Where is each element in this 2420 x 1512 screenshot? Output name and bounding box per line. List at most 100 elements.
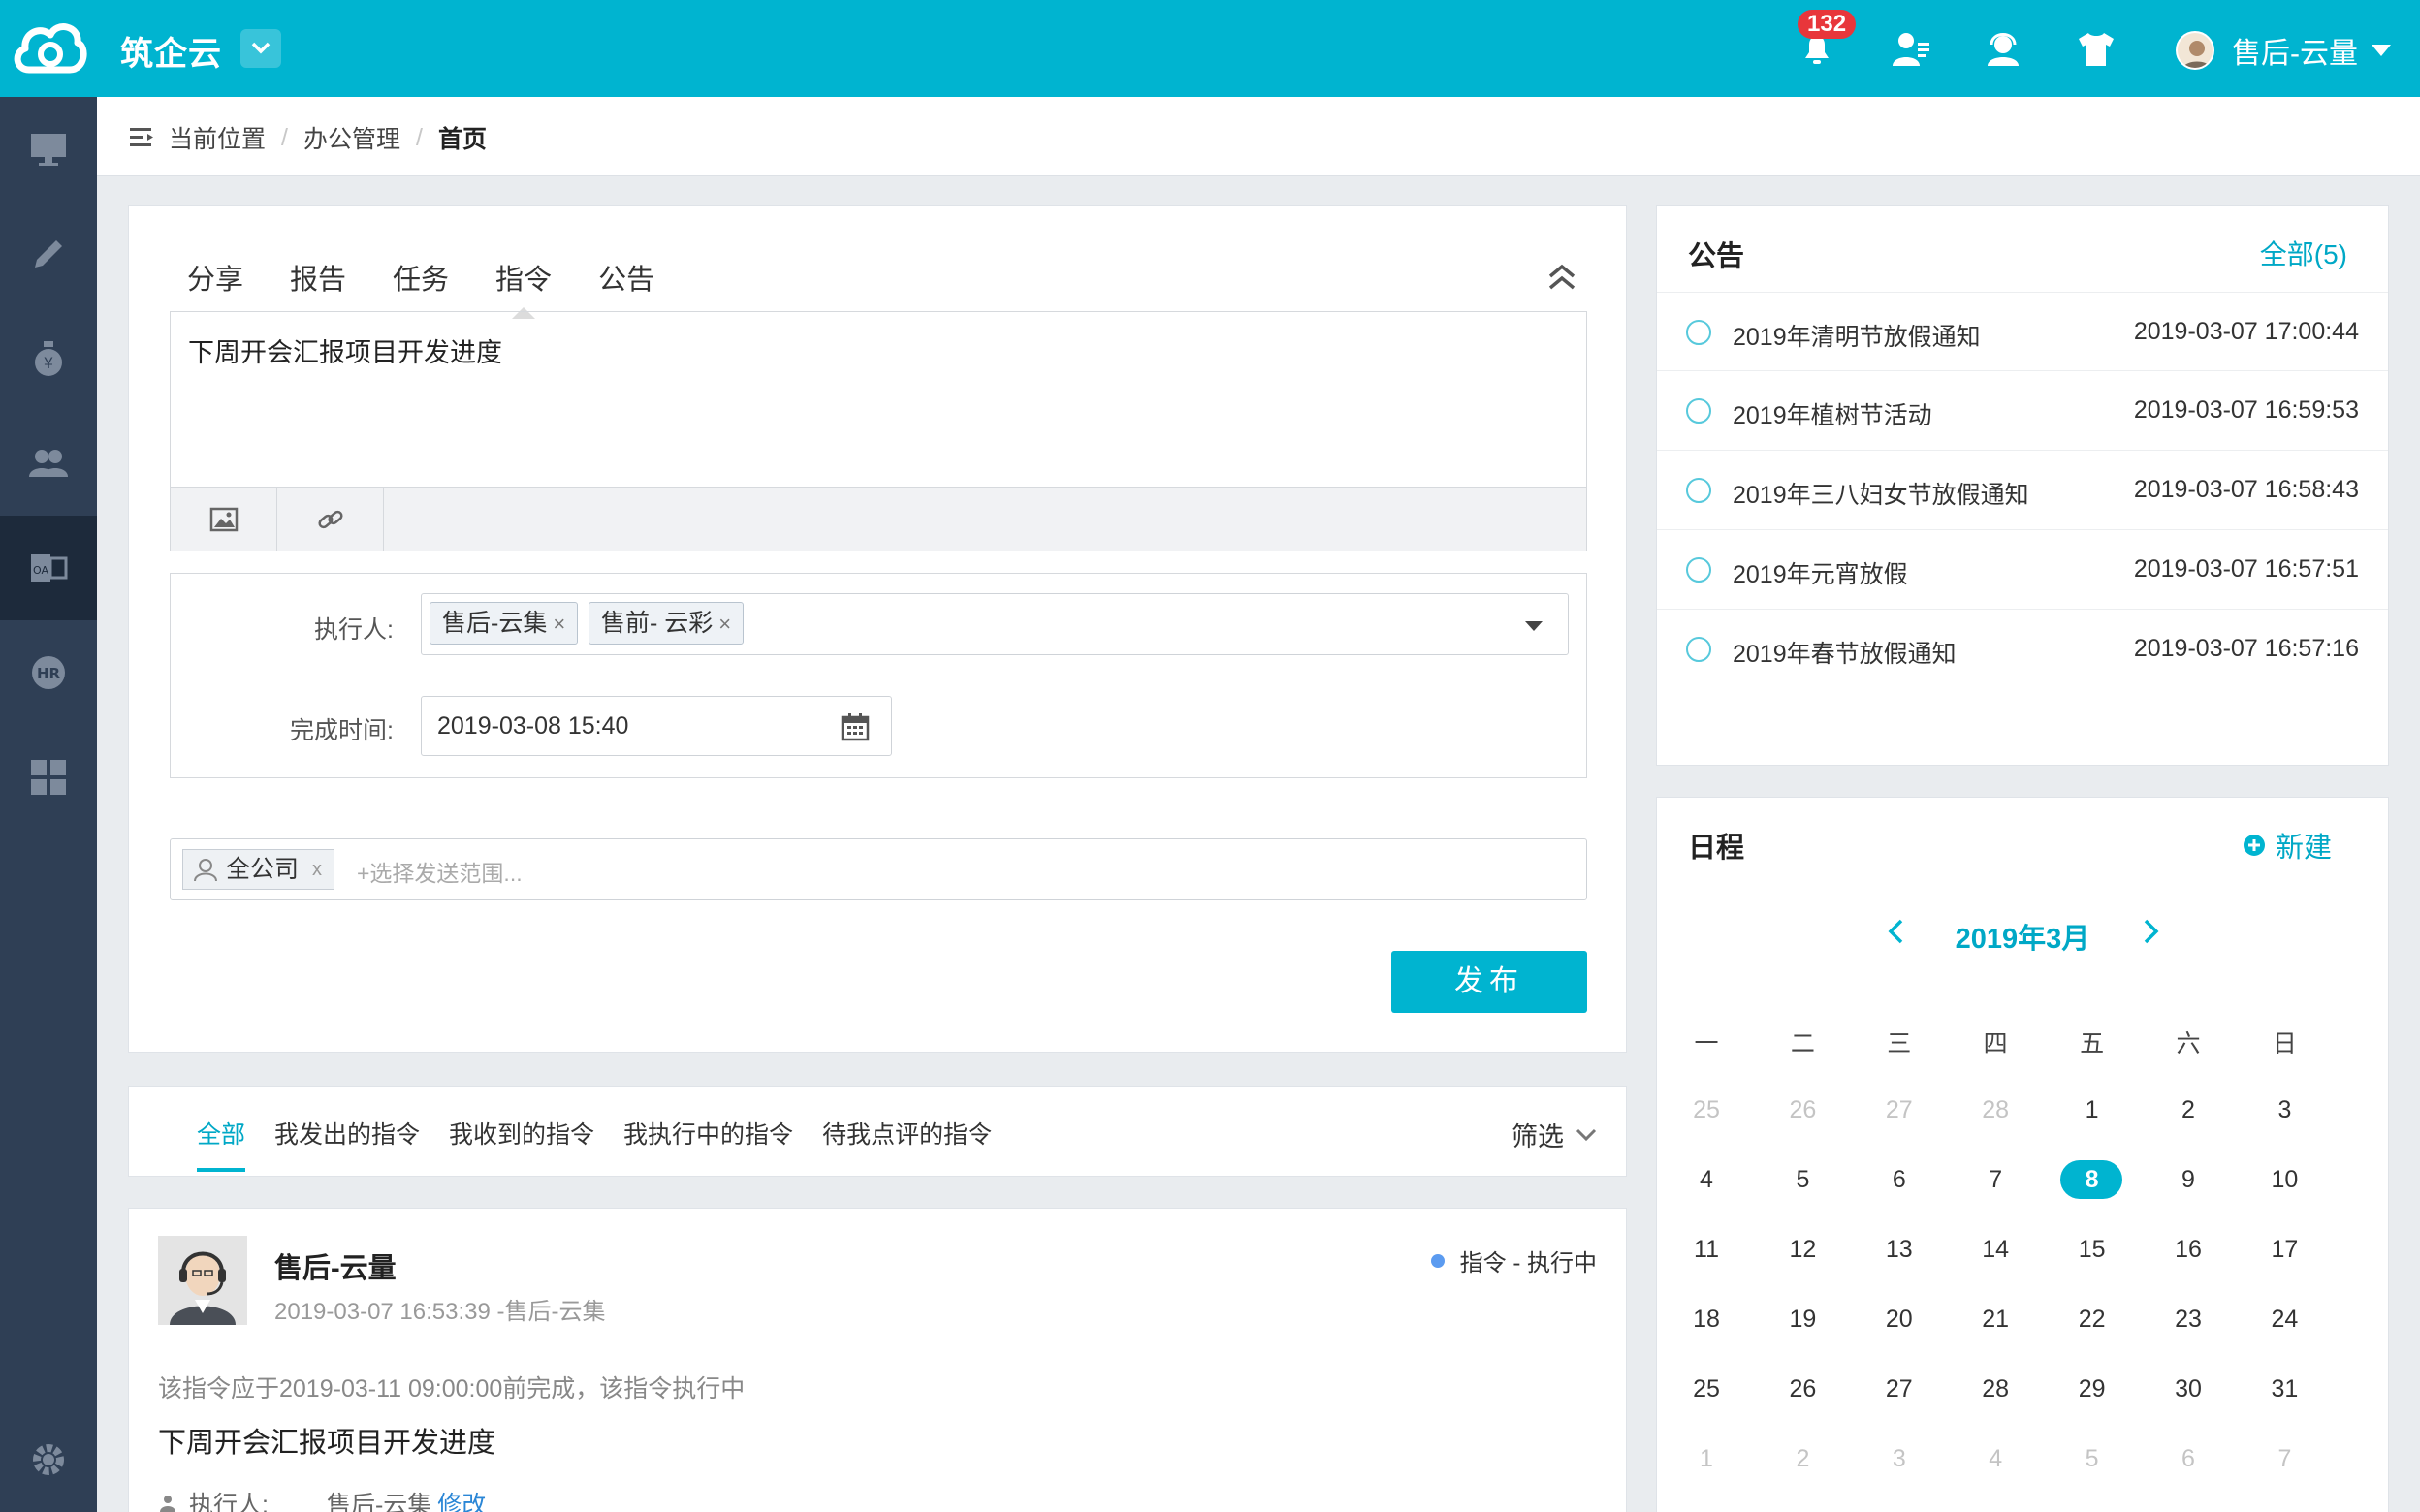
- filter-tab-to-review[interactable]: 待我点评的指令: [822, 1116, 992, 1150]
- calendar-day[interactable]: 28: [1961, 1370, 2029, 1408]
- calendar-day[interactable]: 14: [1961, 1230, 2029, 1269]
- calendar-day[interactable]: 27: [1865, 1090, 1933, 1129]
- tab-command[interactable]: 指令: [495, 257, 552, 319]
- user-menu[interactable]: 售后-云量: [2176, 29, 2391, 72]
- send-scope-input[interactable]: 全公司 x +选择发送范围...: [170, 838, 1587, 900]
- calendar-day[interactable]: 5: [1768, 1160, 1836, 1199]
- new-schedule-button[interactable]: 新建: [2243, 825, 2332, 866]
- announcement-item[interactable]: 2019年清明节放假通知 2019-03-07 17:00:44: [1657, 292, 2388, 371]
- calendar-day[interactable]: 22: [2058, 1300, 2126, 1339]
- calendar-day[interactable]: 1: [1672, 1439, 1740, 1478]
- filter-tab-sent[interactable]: 我发出的指令: [274, 1116, 420, 1150]
- calendar-day[interactable]: 7: [2250, 1439, 2318, 1478]
- publish-button[interactable]: 发布: [1391, 951, 1587, 1013]
- tab-announcement[interactable]: 公告: [598, 257, 654, 298]
- editor-text[interactable]: 下周开会汇报项目开发进度: [188, 331, 502, 369]
- calendar-day-number: 3: [1892, 1445, 1906, 1472]
- calendar-day[interactable]: 1: [2058, 1090, 2126, 1129]
- calendar-day[interactable]: 6: [1865, 1160, 1933, 1199]
- chevron-right-icon[interactable]: [2142, 918, 2161, 945]
- sidebar-item-desktop[interactable]: [0, 97, 97, 202]
- filter-tab-executing[interactable]: 我执行中的指令: [623, 1116, 793, 1150]
- announcement-item[interactable]: 2019年三八妇女节放假通知 2019-03-07 16:58:43: [1657, 451, 2388, 530]
- announcement-item[interactable]: 2019年植树节活动 2019-03-07 16:59:53: [1657, 371, 2388, 451]
- announcement-item[interactable]: 2019年春节放假通知 2019-03-07 16:57:16: [1657, 610, 2388, 689]
- announcement-item[interactable]: 2019年元宵放假 2019-03-07 16:57:51: [1657, 530, 2388, 610]
- calendar-day[interactable]: 3: [1865, 1439, 1933, 1478]
- calendar-day[interactable]: 12: [1768, 1230, 1836, 1269]
- brand-name[interactable]: 筑企云: [120, 27, 222, 75]
- cloud-logo-icon[interactable]: [10, 14, 87, 81]
- calendar-day[interactable]: 11: [1672, 1230, 1740, 1269]
- sidebar-item-edit[interactable]: [0, 202, 97, 306]
- remove-tag-icon[interactable]: ×: [718, 612, 731, 636]
- calendar-day[interactable]: 20: [1865, 1300, 1933, 1339]
- calendar-day[interactable]: 2: [1768, 1439, 1836, 1478]
- user-card-icon[interactable]: [1889, 27, 1931, 70]
- calendar-day[interactable]: 31: [2250, 1370, 2318, 1408]
- tshirt-skin-icon[interactable]: [2075, 27, 2118, 70]
- remove-scope-icon[interactable]: x: [312, 850, 322, 889]
- executor-select[interactable]: 售后-云集 × 售前- 云彩 ×: [421, 593, 1569, 655]
- insert-image-button[interactable]: [171, 488, 277, 551]
- calendar-day[interactable]: 10: [2250, 1160, 2318, 1199]
- calendar-day[interactable]: 7: [1961, 1160, 2029, 1199]
- sidebar-item-apps[interactable]: [0, 725, 97, 830]
- breadcrumb-office[interactable]: 办公管理: [303, 120, 400, 155]
- calendar-day[interactable]: 23: [2154, 1300, 2222, 1339]
- filter-tab-received[interactable]: 我收到的指令: [449, 1116, 594, 1150]
- calendar-day[interactable]: 27: [1865, 1370, 1933, 1408]
- calendar-day[interactable]: 29: [2058, 1370, 2126, 1408]
- sidebar-item-hr[interactable]: HR: [0, 620, 97, 725]
- scope-placeholder: +选择发送范围...: [357, 861, 523, 886]
- calendar-day-today[interactable]: 8: [2058, 1160, 2126, 1199]
- calendar-day[interactable]: 17: [2250, 1230, 2318, 1269]
- calendar-day[interactable]: 6: [2154, 1439, 2222, 1478]
- customer-service-icon[interactable]: [1982, 27, 2024, 70]
- tab-share[interactable]: 分享: [187, 257, 243, 298]
- content-editor[interactable]: 下周开会汇报项目开发进度: [170, 311, 1587, 551]
- calendar-day[interactable]: 16: [2154, 1230, 2222, 1269]
- calendar-day[interactable]: 3: [2250, 1090, 2318, 1129]
- calendar-day[interactable]: 13: [1865, 1230, 1933, 1269]
- sidebar-item-settings[interactable]: [0, 1407, 97, 1512]
- menu-indent-icon[interactable]: [130, 126, 155, 149]
- calendar-day[interactable]: 9: [2154, 1160, 2222, 1199]
- tab-task[interactable]: 任务: [393, 257, 449, 298]
- calendar-icon[interactable]: [841, 712, 870, 741]
- announcements-all-link[interactable]: 全部(5): [2260, 234, 2347, 272]
- calendar-day[interactable]: 21: [1961, 1300, 2029, 1339]
- calendar-day[interactable]: 5: [2058, 1439, 2126, 1478]
- calendar-day-number: 27: [1885, 1375, 1913, 1402]
- calendar-day[interactable]: 26: [1768, 1090, 1836, 1129]
- author-name[interactable]: 售后-云量: [274, 1245, 397, 1286]
- calendar-day-number: 21: [1982, 1306, 2010, 1333]
- calendar-day[interactable]: 4: [1672, 1160, 1740, 1199]
- calendar-day[interactable]: 19: [1768, 1300, 1836, 1339]
- sidebar-item-finance[interactable]: ¥: [0, 306, 97, 411]
- sidebar-item-contacts[interactable]: [0, 411, 97, 516]
- sidebar-item-office[interactable]: OA: [0, 516, 97, 620]
- calendar-day[interactable]: 25: [1672, 1370, 1740, 1408]
- chevron-left-icon[interactable]: [1886, 918, 1905, 945]
- double-chevron-up-icon[interactable]: [1546, 261, 1577, 292]
- insert-link-button[interactable]: [277, 488, 384, 551]
- calendar-day[interactable]: 26: [1768, 1370, 1836, 1408]
- calendar-day[interactable]: 25: [1672, 1090, 1740, 1129]
- deadline-input[interactable]: 2019-03-08 15:40: [421, 696, 892, 756]
- filter-dropdown[interactable]: 筛选: [1512, 1116, 1597, 1153]
- calendar-day[interactable]: 2: [2154, 1090, 2222, 1129]
- edit-executor-link[interactable]: 修改: [437, 1486, 486, 1512]
- calendar-day[interactable]: 24: [2250, 1300, 2318, 1339]
- caret-down-icon[interactable]: [1525, 621, 1543, 631]
- calendar-day[interactable]: 18: [1672, 1300, 1740, 1339]
- calendar-day[interactable]: 28: [1961, 1090, 2029, 1129]
- tab-report[interactable]: 报告: [290, 257, 346, 298]
- calendar-day[interactable]: 30: [2154, 1370, 2222, 1408]
- author-avatar[interactable]: [158, 1236, 247, 1325]
- calendar-day[interactable]: 15: [2058, 1230, 2126, 1269]
- filter-tab-all[interactable]: 全部: [197, 1116, 246, 1172]
- brand-dropdown-button[interactable]: [240, 29, 281, 68]
- remove-tag-icon[interactable]: ×: [553, 612, 565, 636]
- calendar-day[interactable]: 4: [1961, 1439, 2029, 1478]
